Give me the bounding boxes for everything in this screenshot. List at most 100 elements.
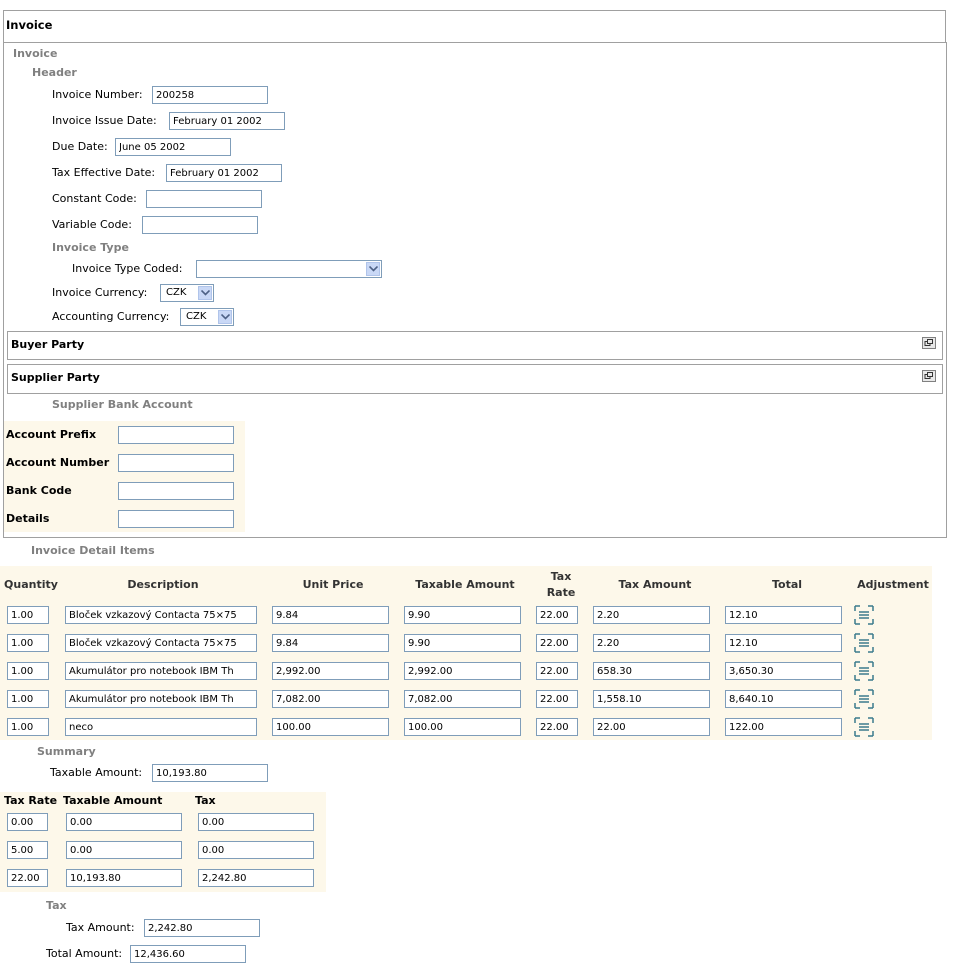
due-date-field[interactable] [115,138,231,156]
description-field[interactable] [65,718,257,736]
invoice-type-coded-select[interactable] [196,260,382,278]
details-label: Details [6,512,50,525]
tax-table-header-tax: Tax [195,794,216,807]
tax-amount-label: Tax Amount: [66,921,135,934]
unit-price-field[interactable] [272,690,389,708]
tax-effective-date-label: Tax Effective Date: [52,166,156,179]
chevron-down-icon[interactable] [366,262,380,276]
adjustment-icon[interactable] [854,605,874,625]
supplier-party-title: Supplier Party [11,371,100,384]
bank-code-label: Bank Code [6,484,72,497]
buyer-party-panel: Buyer Party [7,331,943,360]
tax-field[interactable] [198,841,314,859]
accounting-currency-select[interactable]: CZK [180,308,234,326]
description-field[interactable] [65,634,257,652]
tax-rate-field[interactable] [536,662,578,680]
adjustment-icon[interactable] [854,689,874,709]
tax-effective-date-field[interactable] [166,164,282,182]
detail-items-label: Invoice Detail Items [31,544,155,557]
invoice-box-bottom [3,537,947,538]
tax-rate-field[interactable] [536,718,578,736]
adjustment-icon[interactable] [854,661,874,681]
frame-separator [3,42,946,43]
description-field[interactable] [65,606,257,624]
unit-price-field[interactable] [272,606,389,624]
taxable-amount-field[interactable] [404,662,521,680]
account-number-label: Account Number [6,456,110,469]
unit-price-field[interactable] [272,634,389,652]
tax-rate-field[interactable] [7,813,48,831]
tax-amount-field[interactable] [593,690,710,708]
invoice-box-right [946,42,947,538]
total-amount-field[interactable] [130,945,246,963]
account-number-field[interactable] [118,454,234,472]
invoice-number-label: Invoice Number: [52,88,143,101]
tax-rate-field[interactable] [7,841,48,859]
tax-field[interactable] [198,869,314,887]
variable-code-field[interactable] [142,216,258,234]
tax-amount-total-field[interactable] [144,919,260,937]
due-date-label: Due Date: [52,140,108,153]
tax-rate-field[interactable] [536,634,578,652]
col-header-adjustment: Adjustment [857,578,929,591]
col-header-taxable-amount: Taxable Amount [415,578,515,591]
col-header-tax-rate-line1: Tax [550,570,572,583]
tax-rate-field[interactable] [536,606,578,624]
invoice-currency-select[interactable]: CZK [160,284,214,302]
invoice-type-coded-label: Invoice Type Coded: [72,262,183,275]
variable-code-label: Variable Code: [52,218,132,231]
tax-amount-field[interactable] [593,606,710,624]
total-amount-label: Total Amount: [46,947,123,960]
total-field[interactable] [725,606,842,624]
col-header-unit-price: Unit Price [302,578,364,591]
quantity-field[interactable] [7,690,49,708]
tax-amount-field[interactable] [593,662,710,680]
adjustment-icon[interactable] [854,717,874,737]
quantity-field[interactable] [7,662,49,680]
total-field[interactable] [725,690,842,708]
tax-amount-field[interactable] [593,634,710,652]
col-header-quantity: Quantity [4,578,58,591]
description-field[interactable] [65,690,257,708]
tax-field[interactable] [198,813,314,831]
quantity-field[interactable] [7,606,49,624]
quantity-field[interactable] [7,634,49,652]
description-field[interactable] [65,662,257,680]
taxable-amount-field[interactable] [404,690,521,708]
col-header-tax-amount: Tax Amount [618,578,692,591]
total-field[interactable] [725,662,842,680]
accounting-currency-value: CZK [186,311,207,322]
chevron-down-icon[interactable] [218,310,232,324]
expand-icon[interactable] [922,337,936,349]
taxable-amount-field[interactable] [66,841,182,859]
summary-taxable-amount-field[interactable] [152,764,268,782]
taxable-amount-field[interactable] [404,606,521,624]
taxable-amount-field[interactable] [66,813,182,831]
total-field[interactable] [725,634,842,652]
tax-amount-field[interactable] [593,718,710,736]
taxable-amount-field[interactable] [404,718,521,736]
issue-date-label: Invoice Issue Date: [52,114,157,127]
chevron-down-icon[interactable] [198,286,212,300]
constant-code-field[interactable] [146,190,262,208]
adjustment-icon[interactable] [854,633,874,653]
invoice-number-field[interactable] [152,86,268,104]
constant-code-label: Constant Code: [52,192,137,205]
tax-rate-field[interactable] [536,690,578,708]
supplier-bank-account-label: Supplier Bank Account [52,398,193,411]
tax-rate-field[interactable] [7,869,48,887]
bank-code-field[interactable] [118,482,234,500]
frame-left-line-top [3,10,4,42]
col-header-description: Description [127,578,199,591]
quantity-field[interactable] [7,718,49,736]
issue-date-field[interactable] [169,112,285,130]
account-prefix-field[interactable] [118,426,234,444]
unit-price-field[interactable] [272,718,389,736]
details-field[interactable] [118,510,234,528]
taxable-amount-field[interactable] [66,869,182,887]
unit-price-field[interactable] [272,662,389,680]
total-field[interactable] [725,718,842,736]
taxable-amount-field[interactable] [404,634,521,652]
invoice-currency-value: CZK [166,287,187,298]
expand-icon[interactable] [922,370,936,382]
